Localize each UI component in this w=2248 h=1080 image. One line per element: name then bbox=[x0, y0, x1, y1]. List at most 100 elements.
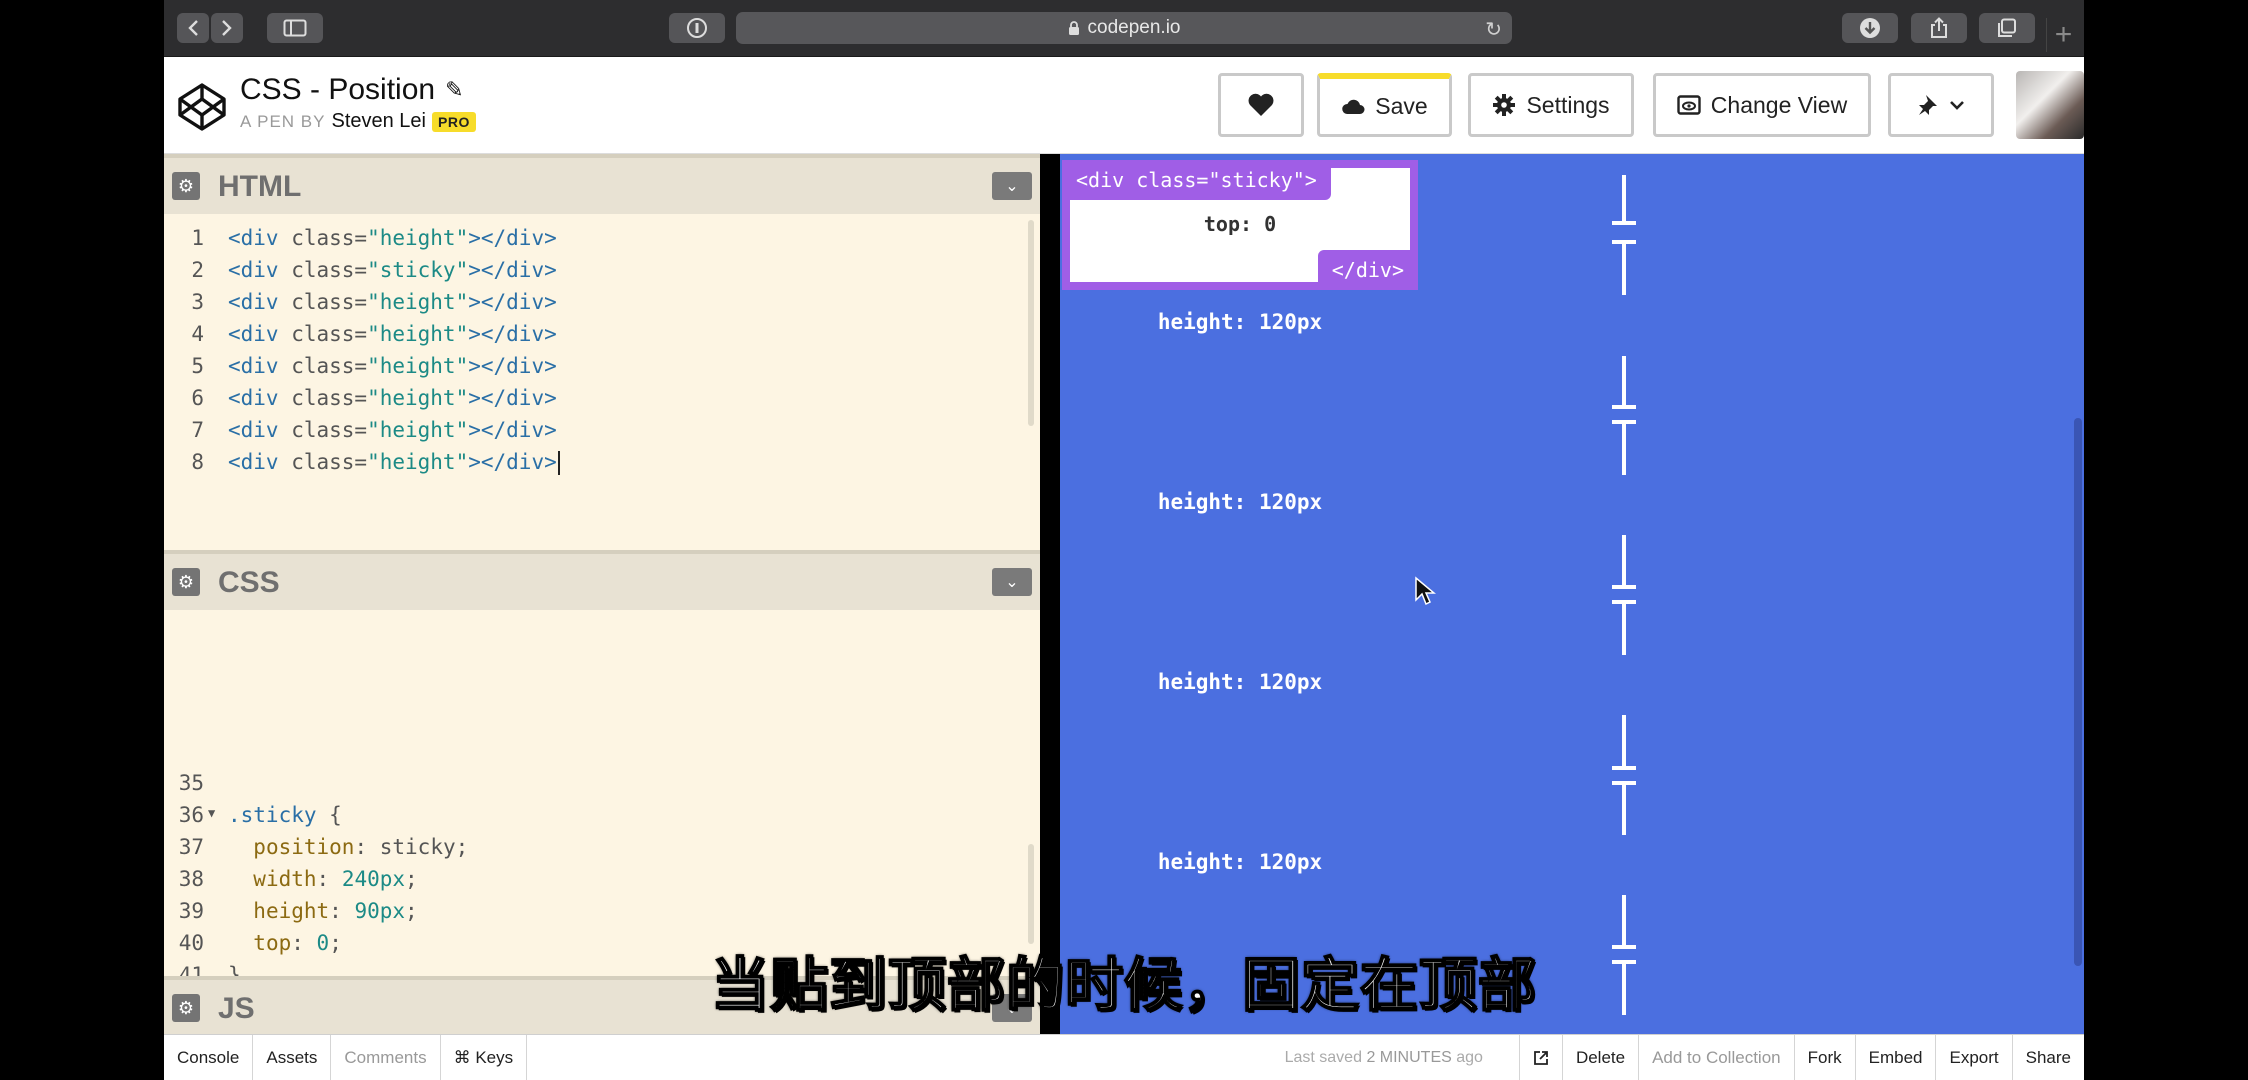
code-token: <div bbox=[228, 258, 292, 282]
sidebar-toggle-button[interactable] bbox=[267, 13, 323, 43]
saved-suffix: ago bbox=[1456, 1048, 1483, 1066]
console-button[interactable]: Console bbox=[164, 1035, 254, 1080]
pen-title-text: CSS - Position bbox=[240, 73, 436, 106]
code-token: class= bbox=[291, 258, 368, 282]
code-token: ></div> bbox=[468, 226, 557, 250]
sticky-open-tag: <div class="sticky"> bbox=[1062, 160, 1331, 200]
add-to-collection-button[interactable]: Add to Collection bbox=[1639, 1035, 1795, 1080]
last-saved-status: Last saved 2 MINUTES ago bbox=[1249, 1035, 1519, 1080]
new-tab-button[interactable]: + bbox=[2046, 18, 2080, 52]
height-label: height: 120px bbox=[1157, 670, 1323, 694]
view-icon bbox=[1677, 95, 1701, 115]
html-code-line: <div class="height"></div> bbox=[228, 386, 557, 410]
css-collapse-icon[interactable]: ⌄ bbox=[992, 568, 1032, 596]
save-label: Save bbox=[1375, 93, 1428, 119]
change-view-label: Change View bbox=[1710, 91, 1848, 118]
byline-prefix: A PEN BY bbox=[240, 111, 326, 131]
chevron-right-icon bbox=[222, 20, 232, 36]
author-link[interactable]: Steven Lei bbox=[331, 110, 426, 133]
share-button[interactable] bbox=[1911, 13, 1967, 43]
html-code-line: <div class="height"></div> bbox=[228, 290, 557, 314]
code-token: class= bbox=[291, 354, 368, 378]
code-token: "height" bbox=[367, 418, 469, 442]
code-token: <div bbox=[228, 418, 292, 442]
lock-icon bbox=[1068, 20, 1079, 35]
css-scrollbar[interactable] bbox=[1028, 844, 1034, 944]
fork-button[interactable]: Fork bbox=[1795, 1035, 1856, 1080]
spacer-tick bbox=[1612, 781, 1636, 785]
video-subtitle: 当贴到顶部的时候，固定在顶部 bbox=[710, 950, 1537, 1020]
spacer-tick bbox=[1612, 405, 1636, 409]
code-token: ></div> bbox=[468, 354, 557, 378]
code-token: "height" bbox=[367, 226, 469, 250]
settings-button[interactable]: Settings bbox=[1468, 73, 1634, 137]
comments-button[interactable]: Comments bbox=[331, 1035, 441, 1080]
css-value: 240px bbox=[341, 867, 406, 891]
css-declaration-line: position: sticky; bbox=[253, 835, 469, 859]
css-declaration-line: height: 90px; bbox=[253, 899, 418, 923]
settings-label: Settings bbox=[1526, 91, 1610, 118]
codepen-logo-icon[interactable] bbox=[176, 81, 228, 133]
pen-title[interactable]: CSS - Position ✎ bbox=[240, 73, 464, 107]
address-bar[interactable]: codepen.io ↻ bbox=[736, 12, 1512, 44]
html-line-number: 1 bbox=[191, 226, 204, 250]
share-button-footer[interactable]: Share bbox=[2013, 1035, 2084, 1080]
embed-button[interactable]: Embed bbox=[1856, 1035, 1937, 1080]
html-scrollbar[interactable] bbox=[1028, 220, 1034, 426]
spacer-tick bbox=[1612, 585, 1636, 589]
code-token: class= bbox=[291, 386, 368, 410]
footer-spacer bbox=[527, 1035, 1248, 1080]
html-editor-header: ⚙ HTML ⌄ bbox=[164, 154, 1040, 214]
spacer-line bbox=[1622, 356, 1626, 407]
pin-menu-button[interactable] bbox=[1888, 73, 1994, 137]
sidebar-icon bbox=[283, 19, 307, 37]
code-token: "height" bbox=[367, 322, 469, 346]
html-settings-icon[interactable]: ⚙ bbox=[172, 172, 200, 200]
mouse-cursor-icon bbox=[1415, 576, 1436, 606]
height-label: height: 120px bbox=[1157, 310, 1323, 334]
code-token: <div bbox=[228, 290, 292, 314]
export-button[interactable]: Export bbox=[1936, 1035, 2013, 1080]
delete-button[interactable]: Delete bbox=[1563, 1035, 1640, 1080]
downloads-button[interactable] bbox=[1842, 13, 1898, 43]
spacer-tick bbox=[1612, 766, 1636, 770]
spacer-line bbox=[1622, 783, 1626, 835]
back-button[interactable] bbox=[177, 13, 209, 43]
code-token: <div bbox=[228, 386, 292, 410]
spacer-tick bbox=[1612, 221, 1636, 225]
user-avatar[interactable] bbox=[2016, 71, 2084, 139]
assets-button[interactable]: Assets bbox=[253, 1035, 332, 1080]
css-value: 90px bbox=[354, 899, 406, 923]
reload-icon[interactable]: ↻ bbox=[1485, 17, 1502, 42]
tabs-overview-button[interactable] bbox=[1979, 13, 2035, 43]
like-button[interactable] bbox=[1218, 73, 1304, 137]
css-declaration-line: width: 240px; bbox=[253, 867, 418, 891]
pin-icon bbox=[1919, 95, 1937, 115]
pencil-icon[interactable]: ✎ bbox=[445, 77, 463, 103]
html-code-line: <div class="sticky"></div> bbox=[228, 258, 557, 282]
code-token: class= bbox=[291, 290, 368, 314]
spacer-tick bbox=[1612, 240, 1636, 244]
browser-toolbar: codepen.io ↻ + bbox=[164, 0, 2084, 57]
code-token: class= bbox=[291, 418, 368, 442]
html-line-number: 4 bbox=[191, 322, 204, 346]
html-collapse-icon[interactable]: ⌄ bbox=[992, 172, 1032, 200]
save-button[interactable]: Save bbox=[1317, 73, 1452, 137]
css-brace-open: { bbox=[316, 803, 342, 827]
code-token: ></div> bbox=[468, 450, 557, 474]
spacer-tick bbox=[1612, 420, 1636, 424]
preview-scrollbar[interactable] bbox=[2074, 418, 2082, 966]
sticky-close-tag: </div> bbox=[1317, 250, 1418, 290]
download-icon bbox=[1860, 18, 1880, 38]
keys-button[interactable]: ⌘ Keys bbox=[441, 1035, 528, 1080]
open-external-button[interactable] bbox=[1518, 1035, 1563, 1080]
change-view-button[interactable]: Change View bbox=[1653, 73, 1871, 137]
css-settings-icon[interactable]: ⚙ bbox=[172, 568, 200, 596]
forward-button[interactable] bbox=[211, 13, 243, 43]
css-property: height bbox=[253, 899, 330, 923]
preview-pane[interactable]: <div class="sticky"> top: 0 </div> heigh… bbox=[1060, 154, 2084, 1034]
password-button[interactable] bbox=[669, 13, 725, 43]
fold-arrow-icon[interactable]: ▼ bbox=[208, 806, 215, 820]
code-token: <div bbox=[228, 450, 292, 474]
code-token: "height" bbox=[367, 450, 469, 474]
